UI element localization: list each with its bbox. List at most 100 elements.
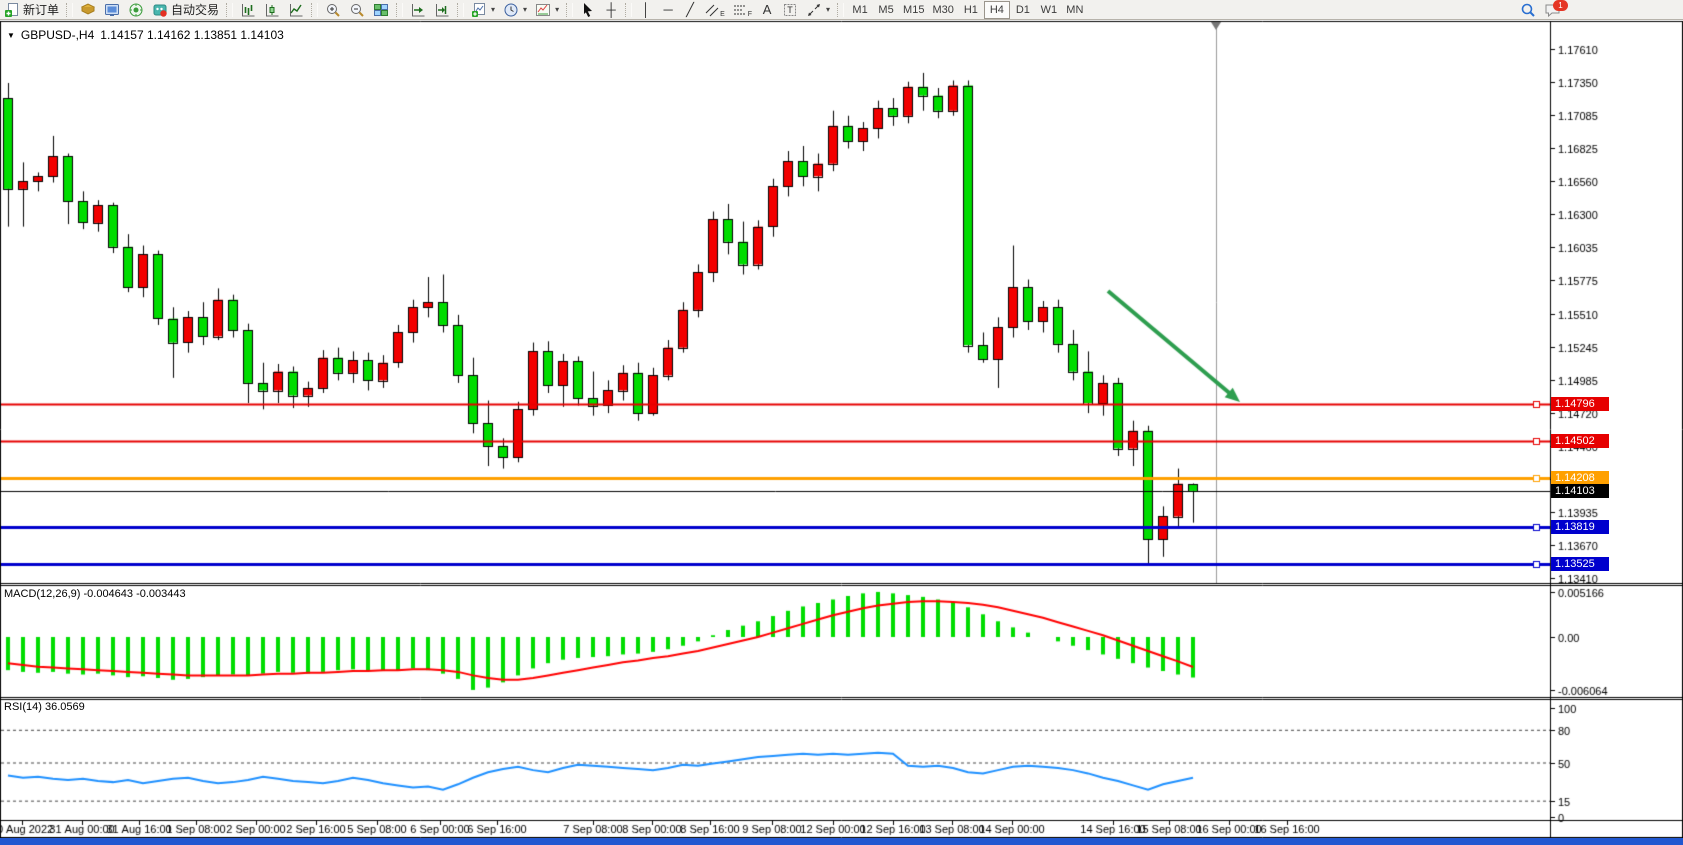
macd-name: MACD(12,26,9): [4, 588, 80, 600]
toolbar-grip: [66, 3, 73, 17]
dropdown-caret-icon: ▾: [523, 5, 527, 14]
indicators-icon: [471, 2, 487, 18]
line-chart-button[interactable]: [284, 1, 308, 19]
price-axis-tag: 1.14103: [1551, 484, 1609, 498]
svg-text:T: T: [787, 5, 793, 15]
indicators-button[interactable]: ▾: [467, 1, 499, 19]
toolbar-grip: [457, 3, 464, 17]
dropdown-caret-icon: ▾: [826, 5, 830, 14]
equidistant-channel-button[interactable]: E: [701, 1, 729, 19]
candlestick-chart-button[interactable]: [260, 1, 284, 19]
rsi-value: 36.0569: [45, 701, 85, 713]
trendline-button[interactable]: ╱: [679, 1, 701, 19]
timeframe-d1-button[interactable]: D1: [1010, 1, 1036, 19]
new-order-label: 新订单: [23, 1, 59, 18]
toolbar-grip: [625, 3, 632, 17]
fibonacci-button[interactable]: F: [729, 1, 756, 19]
timeframe-m5-button[interactable]: M5: [873, 1, 899, 19]
channel-icon: [705, 3, 719, 17]
timeframe-h4-button[interactable]: H4: [984, 1, 1010, 19]
new-order-button[interactable]: 新订单: [0, 1, 63, 19]
navigator-icon: [80, 2, 96, 18]
search-icon: [1520, 2, 1536, 18]
symbol-dropdown-icon[interactable]: ▼: [7, 31, 15, 40]
navigator-button[interactable]: [76, 1, 100, 19]
periods-button[interactable]: ▾: [499, 1, 531, 19]
auto-scroll-button[interactable]: [406, 1, 430, 19]
toolbar-grip: [837, 3, 844, 17]
market-watch-button[interactable]: [100, 1, 124, 19]
candlestick-chart-icon: [264, 2, 280, 18]
arrows-button[interactable]: ▾: [802, 1, 834, 19]
price-axis-tag: 1.13525: [1551, 557, 1609, 571]
vertical-line-button[interactable]: │: [635, 1, 657, 19]
arrows-icon: [806, 2, 822, 18]
fibo-suffix: F: [748, 11, 752, 18]
toolbar-grip: [396, 3, 403, 17]
toolbar: 新订单 自动交易 ▾ ▾: [0, 0, 1683, 20]
chart-shift-icon: [434, 2, 450, 18]
timeframe-toolbar: M1 M5 M15 M30 H1 H4 D1 W1 MN: [847, 1, 1088, 19]
crosshair-button[interactable]: ┼: [600, 1, 622, 19]
timeframe-m15-button[interactable]: M15: [899, 1, 928, 19]
rsi-indicator-label: RSI(14) 36.0569: [4, 701, 85, 713]
data-window-button[interactable]: [124, 1, 148, 19]
auto-trading-icon: [152, 2, 168, 18]
bar-chart-button[interactable]: [236, 1, 260, 19]
data-window-icon: [128, 2, 144, 18]
channel-suffix: E: [720, 11, 725, 18]
toolbar-grip: [566, 3, 573, 17]
zoom-in-button[interactable]: [321, 1, 345, 19]
zoom-in-icon: [325, 2, 341, 18]
toolbar-grip: [311, 3, 318, 17]
community-button[interactable]: 1: [1540, 1, 1565, 19]
macd-indicator-label: MACD(12,26,9) -0.004643 -0.003443: [4, 588, 186, 600]
ohlc-values: 1.14157 1.14162 1.13851 1.14103: [100, 28, 284, 42]
auto-trading-label: 自动交易: [171, 1, 219, 18]
dropdown-caret-icon: ▾: [555, 5, 559, 14]
macd-values: -0.004643 -0.003443: [83, 588, 185, 600]
market-watch-icon: [104, 2, 120, 18]
timeframe-h1-button[interactable]: H1: [958, 1, 984, 19]
chart-shift-button[interactable]: [430, 1, 454, 19]
text-label-icon: T: [782, 2, 798, 18]
line-chart-icon: [288, 2, 304, 18]
template-icon: [535, 2, 551, 18]
notification-badge: 1: [1553, 0, 1568, 11]
toolbar-grip: [226, 3, 233, 17]
rsi-name: RSI(14): [4, 701, 42, 713]
timeframe-w1-button[interactable]: W1: [1036, 1, 1062, 19]
cursor-button[interactable]: [576, 1, 600, 19]
text-icon: A: [763, 3, 772, 16]
tile-windows-button[interactable]: [369, 1, 393, 19]
vertical-line-icon: │: [642, 3, 650, 16]
timeframe-m30-button[interactable]: M30: [928, 1, 957, 19]
timeframe-mn-button[interactable]: MN: [1062, 1, 1088, 19]
templates-button[interactable]: ▾: [531, 1, 563, 19]
price-axis-tag: 1.14208: [1551, 471, 1609, 485]
trendline-icon: ╱: [686, 3, 694, 16]
text-label-button[interactable]: T: [778, 1, 802, 19]
horizontal-line-icon: ─: [663, 3, 672, 16]
price-axis-tag: 1.13819: [1551, 520, 1609, 534]
tile-windows-icon: [373, 2, 389, 18]
clock-icon: [503, 2, 519, 18]
cursor-arrow-icon: [580, 2, 596, 18]
fibonacci-icon: [733, 3, 747, 17]
dropdown-caret-icon: ▾: [491, 5, 495, 14]
auto-scroll-icon: [410, 2, 426, 18]
zoom-out-icon: [349, 2, 365, 18]
price-axis-tag: 1.14796: [1551, 397, 1609, 411]
chart-canvas[interactable]: [0, 0, 1683, 845]
text-button[interactable]: A: [756, 1, 778, 19]
price-axis-tag: 1.14502: [1551, 434, 1609, 448]
timeframe-m1-button[interactable]: M1: [847, 1, 873, 19]
zoom-out-button[interactable]: [345, 1, 369, 19]
search-button[interactable]: [1516, 1, 1540, 19]
horizontal-line-button[interactable]: ─: [657, 1, 679, 19]
window-bottom-strip: [0, 838, 1683, 845]
auto-trading-button[interactable]: 自动交易: [148, 1, 223, 19]
new-order-icon: [4, 2, 20, 18]
bar-chart-icon: [240, 2, 256, 18]
chart-symbol-header[interactable]: ▼ GBPUSD-,H4 1.14157 1.14162 1.13851 1.1…: [7, 28, 284, 42]
